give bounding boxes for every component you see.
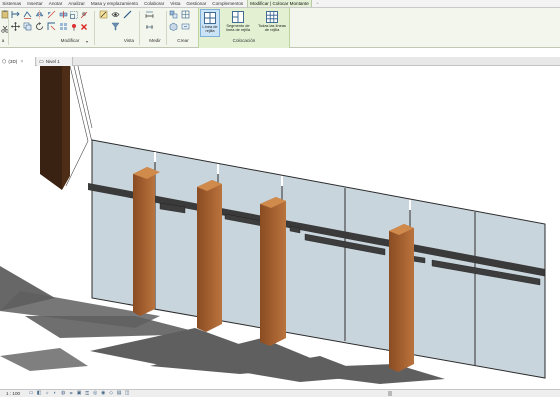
copy-icon[interactable]	[22, 22, 32, 31]
floor-plan-icon: ▭	[39, 58, 44, 65]
tab-gestionar[interactable]: Gestionar	[184, 0, 209, 7]
horizontal-scrollbar-thumb[interactable]	[388, 391, 392, 396]
linework-icon[interactable]	[122, 10, 132, 19]
view-tab-nivel-1[interactable]: ▭ Nivel 1	[37, 57, 73, 66]
3d-view-icon: ⬡	[2, 58, 7, 65]
close-icon[interactable]: ×	[20, 59, 23, 65]
panel-label-modificar: Modificar	[60, 38, 80, 43]
tab-modificar-colocar-montante[interactable]: Modificar | Colocar Montante	[246, 0, 313, 7]
align-icon[interactable]	[10, 10, 20, 19]
mirror-axis-icon[interactable]	[34, 10, 44, 19]
dimension-icon[interactable]	[144, 22, 154, 31]
wood-fin-4[interactable]	[389, 224, 414, 372]
wood-column-left-side	[62, 66, 70, 190]
left-wall-line-3	[77, 66, 93, 129]
worksharing-icon[interactable]: ◇	[108, 391, 114, 397]
3d-model-scene[interactable]	[0, 66, 560, 389]
panel-divider	[8, 11, 9, 45]
array-icon[interactable]	[58, 22, 68, 31]
wood-fin-2[interactable]	[197, 180, 222, 332]
view-tab-nivel-label: Nivel 1	[45, 59, 60, 64]
panel-divider	[139, 11, 140, 45]
measure-icon[interactable]	[144, 10, 154, 19]
visual-style-icon[interactable]: ◧	[36, 391, 42, 397]
shadows-icon[interactable]: ◐	[52, 391, 58, 397]
view-tab-3d-label: (3D)	[8, 59, 18, 64]
grid-line-icon	[204, 12, 216, 24]
render-icon[interactable]: ◍	[60, 391, 66, 397]
unpin-icon[interactable]	[80, 11, 88, 19]
temporary-hide-icon[interactable]: ◎	[92, 391, 98, 397]
panel-divider	[94, 11, 95, 45]
ribbon-options-icon[interactable]: ▫	[314, 0, 322, 7]
view-tab-3d[interactable]: ⬡ (3D) ×	[0, 57, 36, 66]
grid-line-segment-button[interactable]: Segmento de línea de rejilla	[222, 9, 254, 37]
create-similar-icon[interactable]	[180, 22, 190, 31]
panel-label-crear: Crear	[177, 38, 189, 43]
create-assembly-icon[interactable]	[168, 22, 178, 31]
tab-vista[interactable]: Vista	[168, 0, 183, 7]
tab-insertar[interactable]: Insertar	[25, 0, 45, 7]
detail-level-icon[interactable]: ▭	[28, 391, 34, 397]
mirror-draw-axis-icon[interactable]	[46, 10, 56, 19]
create-parts-icon[interactable]	[180, 10, 190, 19]
scale-icon[interactable]	[70, 11, 78, 19]
shadow-fin-6	[0, 348, 88, 371]
tab-analizar[interactable]: Analizar	[66, 0, 87, 7]
tab-anotar[interactable]: Anotar	[46, 0, 64, 7]
grid-line-button[interactable]: Línea de rejilla	[200, 9, 220, 37]
view-scale[interactable]: 1 : 100	[6, 391, 20, 396]
grid-line-label: Línea de rejilla	[202, 24, 218, 34]
create-group-icon[interactable]	[168, 10, 178, 19]
reveal-hidden-icon[interactable]: ◉	[100, 391, 106, 397]
left-wall-line-1	[69, 66, 89, 142]
left-wall-line-2	[73, 66, 93, 143]
panel-label-medir: Medir	[149, 38, 161, 43]
override-graphics-icon[interactable]	[98, 10, 108, 19]
lock-view-icon[interactable]: ⚿	[84, 391, 90, 397]
highlight-displacement-icon[interactable]: ◫	[124, 391, 130, 397]
panel-label-left: a	[1, 38, 5, 43]
ribbon-panel: a Modificar ▾ Vista Medir Crear Línea de…	[0, 8, 560, 48]
grid-line-segment-label: Segmento de línea de rejilla	[225, 23, 250, 33]
all-grid-lines-label: Todas las líneas de rejilla	[258, 23, 286, 33]
split-element-icon[interactable]	[58, 10, 68, 19]
all-grid-lines-icon	[266, 11, 278, 23]
wood-fin-1[interactable]	[133, 167, 155, 316]
tab-sistemas[interactable]: Sistemas	[0, 0, 24, 7]
panel-label-vista: Vista	[123, 38, 135, 43]
tab-masa-emplazamiento[interactable]: Masa y emplazamiento	[89, 0, 141, 7]
pin-icon[interactable]	[70, 23, 78, 31]
rotate-icon[interactable]	[34, 22, 44, 31]
modificar-panel-expand-icon[interactable]: ▾	[86, 39, 88, 44]
tab-colaborar[interactable]: Colaborar	[142, 0, 167, 7]
crop-view-icon[interactable]: ⌗	[68, 391, 74, 397]
panel-divider	[166, 11, 167, 45]
move-icon[interactable]	[10, 22, 20, 31]
analytical-model-icon[interactable]: ▤	[116, 391, 122, 397]
view-tab-bar: ⬡ (3D) × ▭ Nivel 1	[0, 57, 560, 66]
wood-fin-3[interactable]	[260, 197, 286, 346]
trim-extend-icon[interactable]	[46, 22, 56, 31]
view-control-bar: 1 : 100 ▭ ◧ ☼ ◐ ◍ ⌗ ▣ ⚿ ◎ ◉ ◇ ▤ ◫	[0, 389, 560, 397]
tab-complementos[interactable]: Complementos	[210, 0, 246, 7]
delete-icon[interactable]	[80, 23, 88, 31]
hide-in-view-icon[interactable]	[110, 10, 120, 19]
wood-column-left[interactable]	[40, 66, 62, 190]
crop-region-icon[interactable]: ▣	[76, 391, 82, 397]
ribbon-tab-bar: Sistemas Insertar Anotar Analizar Masa y…	[0, 0, 560, 8]
grid-line-segment-icon	[232, 11, 244, 23]
3d-view-canvas[interactable]	[0, 66, 560, 389]
offset-icon[interactable]	[22, 10, 32, 19]
panel-label-colocacion: Colocación	[232, 38, 256, 43]
all-grid-lines-button[interactable]: Todas las líneas de rejilla	[256, 9, 288, 37]
filter-icon[interactable]	[110, 22, 120, 31]
sun-path-icon[interactable]: ☼	[44, 391, 50, 397]
